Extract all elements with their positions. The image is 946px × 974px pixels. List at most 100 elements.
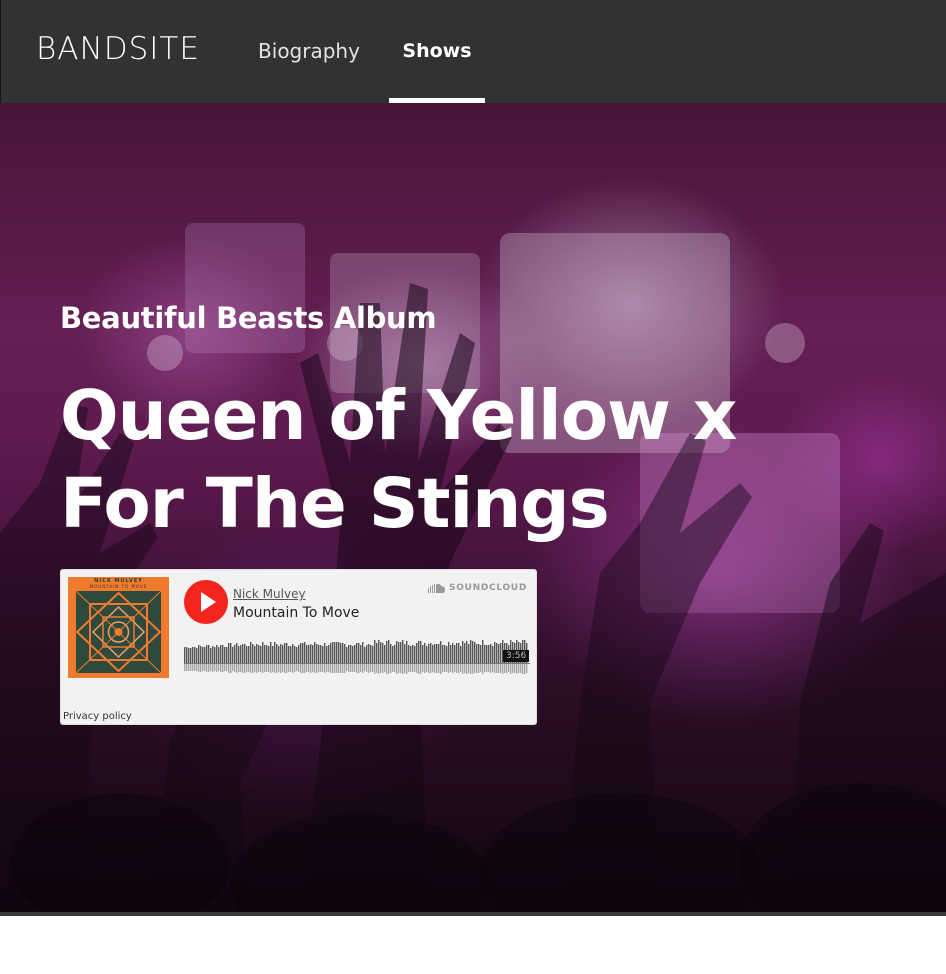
waveform-bar-reflection <box>224 664 226 671</box>
waveform-bar-reflection <box>362 664 364 673</box>
waveform-bar-reflection <box>386 664 388 674</box>
privacy-policy-link[interactable]: Privacy policy <box>63 711 132 723</box>
waveform-bar <box>492 646 494 663</box>
waveform-bar-reflection <box>434 664 436 673</box>
waveform-bar-reflection <box>184 664 186 671</box>
waveform-bar-reflection <box>508 664 510 672</box>
waveform-bar <box>432 645 434 663</box>
waveform-bar <box>200 646 202 663</box>
waveform-bar-reflection <box>456 664 458 673</box>
waveform-bar <box>414 646 416 663</box>
waveform-bar <box>476 644 478 663</box>
waveform-bar-reflection <box>510 664 512 674</box>
waveform-bar-reflection <box>524 664 526 674</box>
waveform-bar-reflection <box>292 664 294 673</box>
waveform[interactable] <box>184 630 530 678</box>
waveform-bar <box>408 645 410 663</box>
waveform-bar <box>212 646 214 663</box>
waveform-bar-reflection <box>490 664 492 673</box>
waveform-bar-reflection <box>198 664 200 672</box>
waveform-bar <box>238 646 240 663</box>
nav-biography[interactable]: Biography <box>247 0 371 103</box>
waveform-bar <box>308 645 310 663</box>
waveform-bar <box>326 646 328 663</box>
waveform-bar <box>372 646 374 663</box>
waveform-bar-reflection <box>464 664 466 673</box>
site-logo[interactable]: BANDSITE <box>36 29 200 69</box>
waveform-bar-reflection <box>258 664 260 672</box>
artwork-title-text: MOUNTAIN TO MOVE <box>89 584 148 589</box>
waveform-bar-reflection <box>522 664 524 674</box>
play-button[interactable] <box>184 580 228 624</box>
waveform-bar <box>494 642 496 663</box>
waveform-bar-reflection <box>378 664 380 674</box>
waveform-bar-reflection <box>344 664 346 673</box>
waveform-bar-reflection <box>420 664 422 674</box>
nav-shows[interactable]: Shows <box>389 0 485 103</box>
waveform-bar <box>310 644 312 663</box>
waveform-bar <box>210 648 212 663</box>
waveform-bar <box>184 647 186 663</box>
waveform-bar <box>478 644 480 663</box>
page: BANDSITE Biography Shows Beautiful Beast… <box>0 0 946 974</box>
waveform-bar <box>470 640 472 663</box>
waveform-bar <box>194 647 196 663</box>
waveform-bar <box>360 645 362 663</box>
waveform-bar-reflection <box>476 664 478 673</box>
waveform-bar-reflection <box>342 664 344 673</box>
waveform-bar <box>192 647 194 663</box>
waveform-bar <box>316 644 318 663</box>
waveform-bar <box>286 643 288 663</box>
waveform-bar-reflection <box>262 664 264 673</box>
waveform-bar-reflection <box>312 664 314 672</box>
waveform-bar-reflection <box>520 664 522 673</box>
waveform-bar <box>394 645 396 663</box>
waveform-bar <box>388 640 390 663</box>
waveform-bar-reflection <box>388 664 390 674</box>
waveform-bar-reflection <box>196 664 198 671</box>
waveform-bar <box>340 643 342 663</box>
waveform-bar-reflection <box>244 664 246 673</box>
waveform-bar-reflection <box>330 664 332 673</box>
waveform-bar-reflection <box>194 664 196 671</box>
waveform-bar-reflection <box>188 664 190 671</box>
waveform-bar-reflection <box>242 664 244 673</box>
waveform-bar <box>332 642 334 663</box>
album-artwork[interactable]: NICK MULVEY MOUNTAIN TO MOVE <box>68 577 169 678</box>
waveform-bar <box>298 645 300 663</box>
artwork-pattern-icon <box>68 577 169 678</box>
waveform-bar-reflection <box>418 664 420 674</box>
waveform-bar-reflection <box>506 664 508 673</box>
waveform-bar-reflection <box>414 664 416 672</box>
waveform-bar-reflection <box>324 664 326 673</box>
waveform-bar <box>462 641 464 663</box>
waveform-bar <box>306 645 308 663</box>
track-title-link[interactable]: Mountain To Move <box>233 604 359 622</box>
waveform-bar <box>460 646 462 663</box>
waveform-bar <box>496 643 498 663</box>
waveform-bar <box>272 646 274 663</box>
waveform-bar-reflection <box>276 664 278 673</box>
waveform-bar-reflection <box>334 664 336 673</box>
waveform-bar <box>318 645 320 663</box>
waveform-bar <box>276 644 278 663</box>
waveform-bar-reflection <box>222 664 224 672</box>
waveform-bar <box>196 648 198 663</box>
waveform-bar <box>376 643 378 663</box>
waveform-bar-reflection <box>480 664 482 672</box>
waveform-bar <box>480 645 482 663</box>
waveform-bar-reflection <box>190 664 192 671</box>
waveform-bar <box>304 642 306 663</box>
waveform-bar <box>350 645 352 663</box>
soundcloud-brand[interactable]: SOUNDCLOUD <box>428 581 527 595</box>
waveform-bar <box>446 646 448 663</box>
waveform-bar-reflection <box>430 664 432 673</box>
waveform-bar-reflection <box>442 664 444 672</box>
waveform-bar <box>302 643 304 663</box>
waveform-bar-reflection <box>370 664 372 672</box>
track-artist-link[interactable]: Nick Mulvey <box>233 586 306 602</box>
waveform-bar-reflection <box>450 664 452 672</box>
waveform-bar-reflection <box>206 664 208 672</box>
waveform-bar-reflection <box>406 664 408 674</box>
waveform-bar <box>278 646 280 663</box>
